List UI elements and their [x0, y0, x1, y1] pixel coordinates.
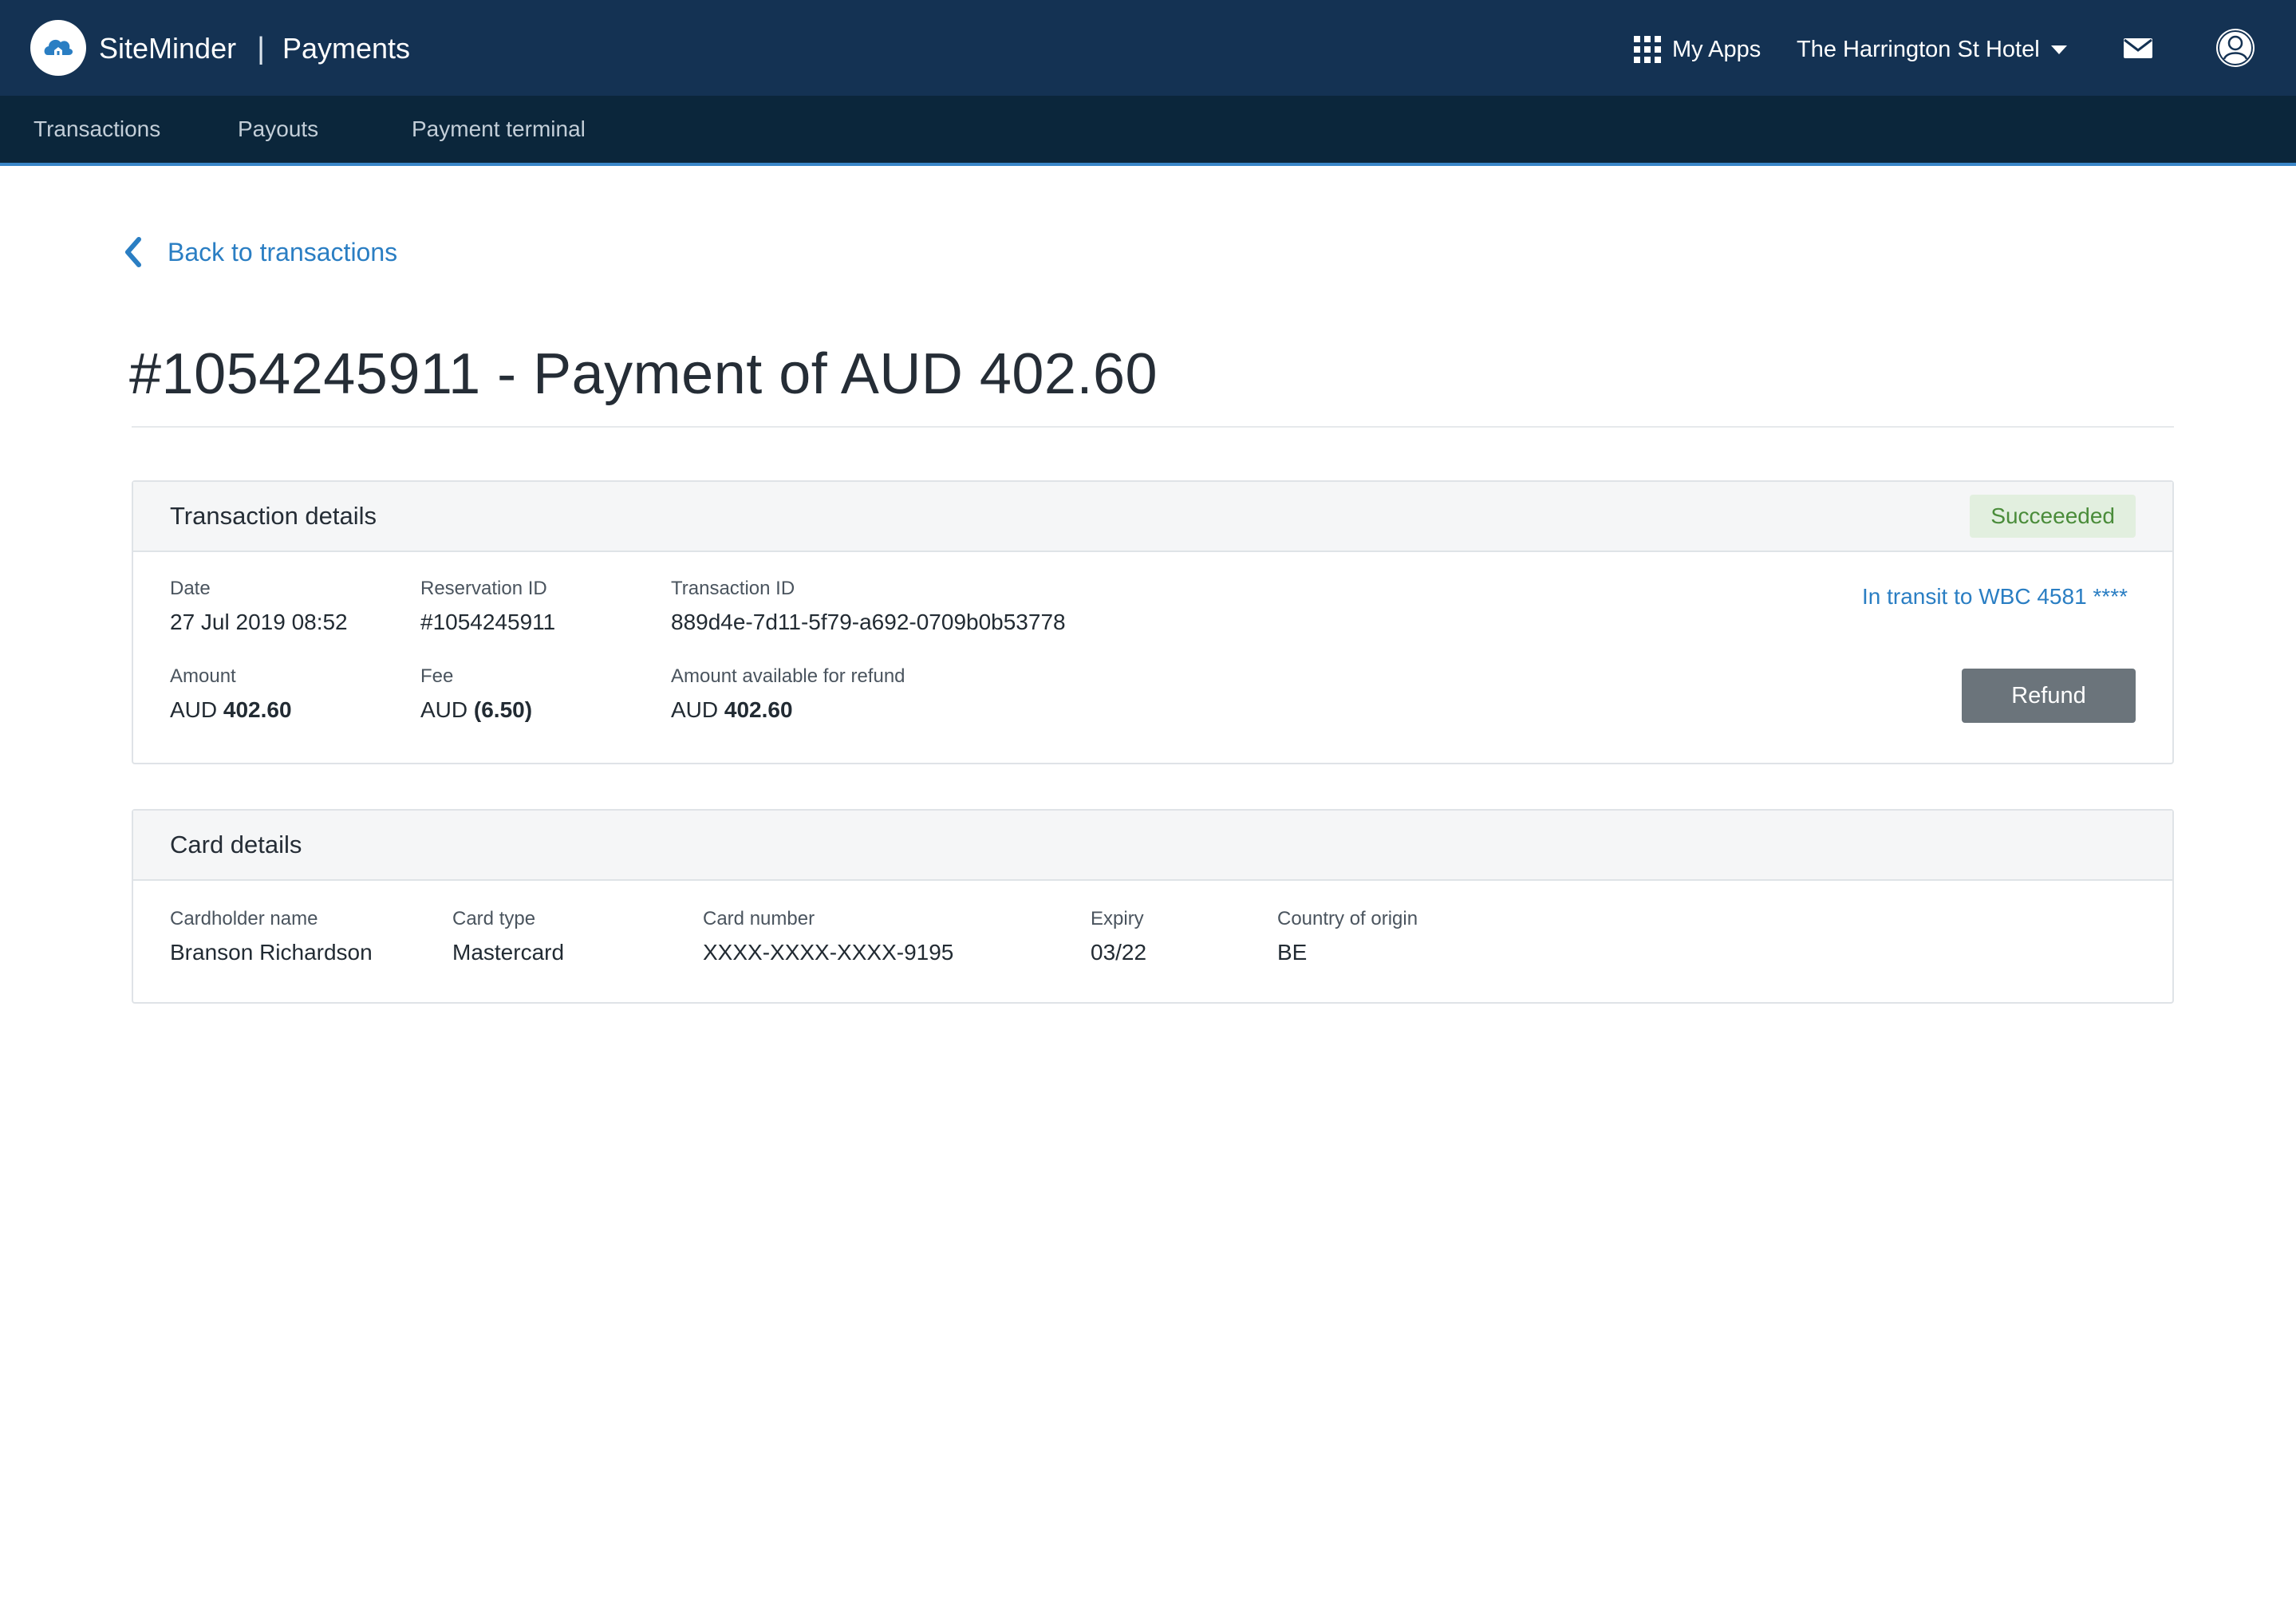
brand-separator: | — [257, 31, 265, 65]
back-link-label: Back to transactions — [168, 237, 398, 266]
transaction-details-title: Transaction details — [170, 502, 377, 530]
transaction-id-label: Transaction ID — [671, 578, 795, 599]
fee-field: Fee AUD (6.50) — [420, 665, 532, 723]
cardholder-label: Cardholder name — [170, 908, 318, 929]
user-icon[interactable] — [2215, 27, 2256, 69]
tab-payment-terminal[interactable]: Payment terminal — [412, 96, 586, 163]
cardholder-field: Cardholder name Branson Richardson — [170, 908, 373, 965]
amount-field: Amount AUD 402.60 — [170, 665, 292, 723]
reservation-id-field: Reservation ID #1054245911 — [420, 578, 555, 635]
fee-number: (6.50) — [473, 697, 533, 722]
card-type-field: Card type Mastercard — [452, 908, 564, 965]
reservation-id-label: Reservation ID — [420, 578, 547, 599]
apps-grid-icon — [1634, 36, 1661, 63]
brand-title[interactable]: SiteMinder | Payments — [99, 27, 410, 70]
expiry-field: Expiry 03/22 — [1091, 908, 1146, 965]
date-label: Date — [170, 578, 211, 599]
card-details-card: Card details Cardholder name Branson Ric… — [132, 809, 2174, 1004]
title-divider — [132, 426, 2174, 428]
amount-number: 402.60 — [223, 697, 292, 722]
amount-currency: AUD — [170, 697, 218, 722]
card-details-header: Card details — [133, 811, 2172, 881]
my-apps-button[interactable]: My Apps — [1634, 29, 1761, 70]
refund-available-label: Amount available for refund — [671, 665, 905, 687]
hotel-name: The Harrington St Hotel — [1797, 36, 2040, 62]
refund-available-field: Amount available for refund AUD 402.60 — [671, 665, 905, 723]
transaction-details-header: Transaction details Succeeeded — [133, 482, 2172, 552]
sub-navigation: Transactions Payouts Payment terminal — [0, 96, 2296, 166]
country-field: Country of origin BE — [1277, 908, 1418, 965]
expiry-value: 03/22 — [1091, 940, 1147, 965]
country-value: BE — [1277, 940, 1308, 965]
amount-label: Amount — [170, 665, 236, 687]
card-number-field: Card number XXXX-XXXX-XXXX-9195 — [703, 908, 953, 965]
siteminder-logo-icon[interactable] — [30, 20, 86, 76]
brand-name: SiteMinder — [99, 32, 237, 65]
payout-transit-link[interactable]: In transit to WBC 4581 **** — [1862, 584, 2128, 610]
expiry-label: Expiry — [1091, 908, 1144, 929]
back-to-transactions-link[interactable]: Back to transactions — [121, 230, 397, 274]
transaction-details-card: Transaction details Succeeeded Date 27 J… — [132, 480, 2174, 764]
tab-transactions[interactable]: Transactions — [34, 96, 160, 163]
fee-value: AUD (6.50) — [420, 697, 532, 723]
fee-label: Fee — [420, 665, 454, 687]
refund-available-currency: AUD — [671, 697, 719, 722]
date-value: 27 Jul 2019 08:52 — [170, 610, 348, 634]
my-apps-label: My Apps — [1672, 36, 1761, 62]
chevron-left-icon — [125, 237, 141, 267]
fee-currency: AUD — [420, 697, 468, 722]
transaction-id-value: 889d4e-7d11-5f79-a692-0709b0b53778 — [671, 610, 1066, 634]
page-title: #1054245911 - Payment of AUD 402.60 — [129, 342, 1158, 406]
country-label: Country of origin — [1277, 908, 1418, 929]
card-details-title: Card details — [170, 831, 302, 858]
card-number-value: XXXX-XXXX-XXXX-9195 — [703, 940, 954, 965]
mail-icon[interactable] — [2122, 35, 2154, 61]
refund-available-number: 402.60 — [724, 697, 793, 722]
top-navigation-bar: SiteMinder | Payments My Apps The Harrin… — [0, 0, 2296, 96]
refund-available-value: AUD 402.60 — [671, 697, 905, 723]
hotel-selector[interactable]: The Harrington St Hotel — [1797, 29, 2067, 70]
card-type-label: Card type — [452, 908, 536, 929]
card-type-value: Mastercard — [452, 940, 565, 965]
product-name: Payments — [282, 32, 411, 65]
reservation-id-value: #1054245911 — [420, 610, 556, 634]
status-badge: Succeeeded — [1970, 495, 2136, 538]
tab-payouts[interactable]: Payouts — [238, 96, 318, 163]
amount-value: AUD 402.60 — [170, 697, 292, 723]
cardholder-value: Branson Richardson — [170, 940, 373, 965]
date-field: Date 27 Jul 2019 08:52 — [170, 578, 348, 635]
card-number-label: Card number — [703, 908, 815, 929]
refund-button[interactable]: Refund — [1962, 669, 2136, 723]
chevron-down-icon — [2050, 45, 2067, 54]
transaction-id-field: Transaction ID 889d4e-7d11-5f79-a692-070… — [671, 578, 1066, 635]
